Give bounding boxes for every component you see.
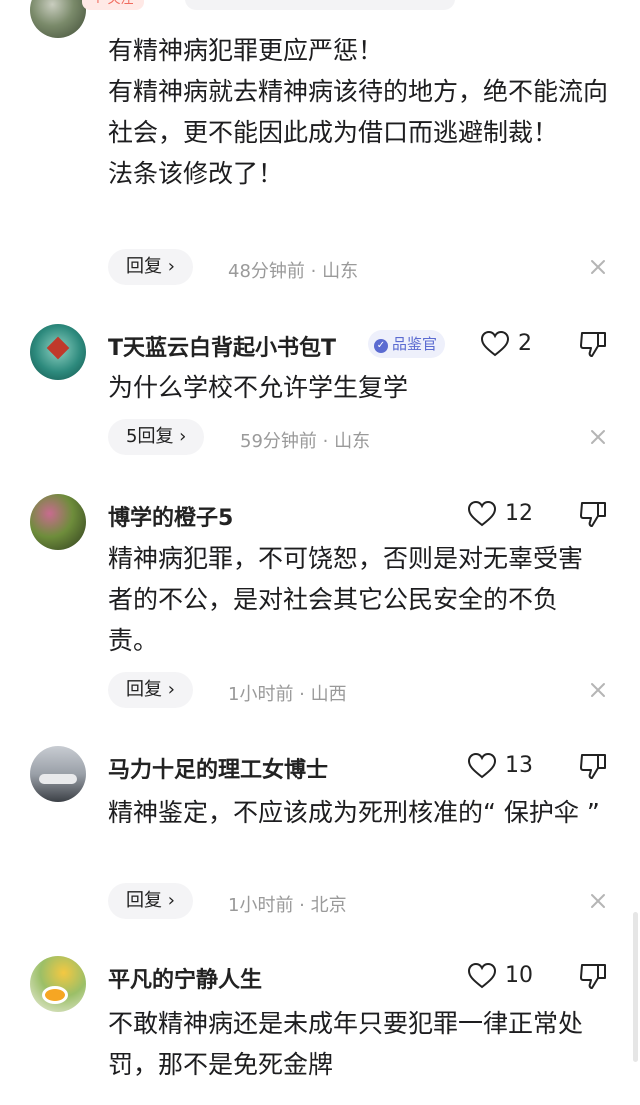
close-icon[interactable] bbox=[588, 427, 608, 447]
scrollbar[interactable] bbox=[633, 912, 638, 1062]
like-count: 13 bbox=[505, 753, 533, 778]
comment-text-line: 有精神病就去精神病该待的地方，绝不能流向社会，更不能因此成为借口而逃避制裁！ bbox=[108, 77, 609, 147]
thumbs-down-icon[interactable] bbox=[578, 961, 608, 991]
comment-text-line: 有精神病犯罪更应严惩！ bbox=[108, 36, 384, 65]
comment-meta: 59分钟前 · 山东 bbox=[240, 431, 371, 452]
avatar[interactable] bbox=[30, 0, 86, 38]
like-count: 10 bbox=[505, 963, 533, 988]
follow-button[interactable]: + 关注 bbox=[82, 0, 144, 10]
close-icon[interactable] bbox=[588, 891, 608, 911]
reply-button[interactable]: 5回复 › bbox=[108, 419, 205, 455]
avatar[interactable] bbox=[30, 956, 86, 1012]
username[interactable]: 马力十足的理工女博士 bbox=[108, 752, 328, 784]
thumbs-down-icon[interactable] bbox=[578, 329, 608, 359]
comment-text-line: 法条该修改了！ bbox=[108, 159, 284, 188]
reply-button[interactable]: 回复 › bbox=[108, 883, 193, 919]
thumbs-down-icon[interactable] bbox=[578, 751, 608, 781]
username[interactable]: T天蓝云白背起小书包T bbox=[108, 330, 336, 362]
like-count: 2 bbox=[518, 331, 532, 356]
close-icon[interactable] bbox=[588, 680, 608, 700]
avatar[interactable] bbox=[30, 324, 86, 380]
badge: ✓ 品鉴官 bbox=[368, 330, 446, 358]
comment-meta: 1小时前 · 北京 bbox=[228, 895, 347, 916]
thumbs-down-icon[interactable] bbox=[578, 499, 608, 529]
username[interactable]: 博学的橙子5 bbox=[108, 500, 233, 532]
heart-outline-icon[interactable] bbox=[480, 330, 510, 358]
comment-text: 精神病犯罪，不可饶恕，否则是对无辜受害者的不公，是对社会其它公民安全的不负责。 bbox=[108, 544, 584, 655]
like-count: 12 bbox=[505, 501, 533, 526]
heart-outline-icon[interactable] bbox=[467, 500, 497, 528]
comment-meta: 1小时前 · 山西 bbox=[228, 684, 347, 705]
heart-outline-icon[interactable] bbox=[467, 752, 497, 780]
username[interactable]: 平凡的宁静人生 bbox=[108, 962, 262, 994]
comment-text: 为什么学校不允许学生复学 bbox=[108, 373, 409, 402]
comment-text: 有精神病犯罪更应严惩！ 有精神病就去精神病该待的地方，绝不能流向社会，更不能因此… bbox=[108, 30, 608, 194]
close-icon[interactable] bbox=[588, 257, 608, 277]
badge-label: 品鉴官 bbox=[392, 335, 438, 353]
avatar[interactable] bbox=[30, 494, 86, 550]
comment-text: 不敢精神病还是未成年只要犯罪一律正常处罚，那不是免死金牌 bbox=[108, 1009, 584, 1079]
reply-button[interactable]: 回复 › bbox=[108, 249, 193, 285]
header-pill bbox=[185, 0, 455, 10]
avatar[interactable] bbox=[30, 746, 86, 802]
comment-text: 精神鉴定，不应该成为死刑核准的“ 保护伞 ” bbox=[108, 798, 600, 827]
comment-meta: 48分钟前 · 山东 bbox=[228, 261, 359, 282]
reply-button[interactable]: 回复 › bbox=[108, 672, 193, 708]
verified-icon: ✓ bbox=[374, 339, 388, 353]
heart-outline-icon[interactable] bbox=[467, 962, 497, 990]
